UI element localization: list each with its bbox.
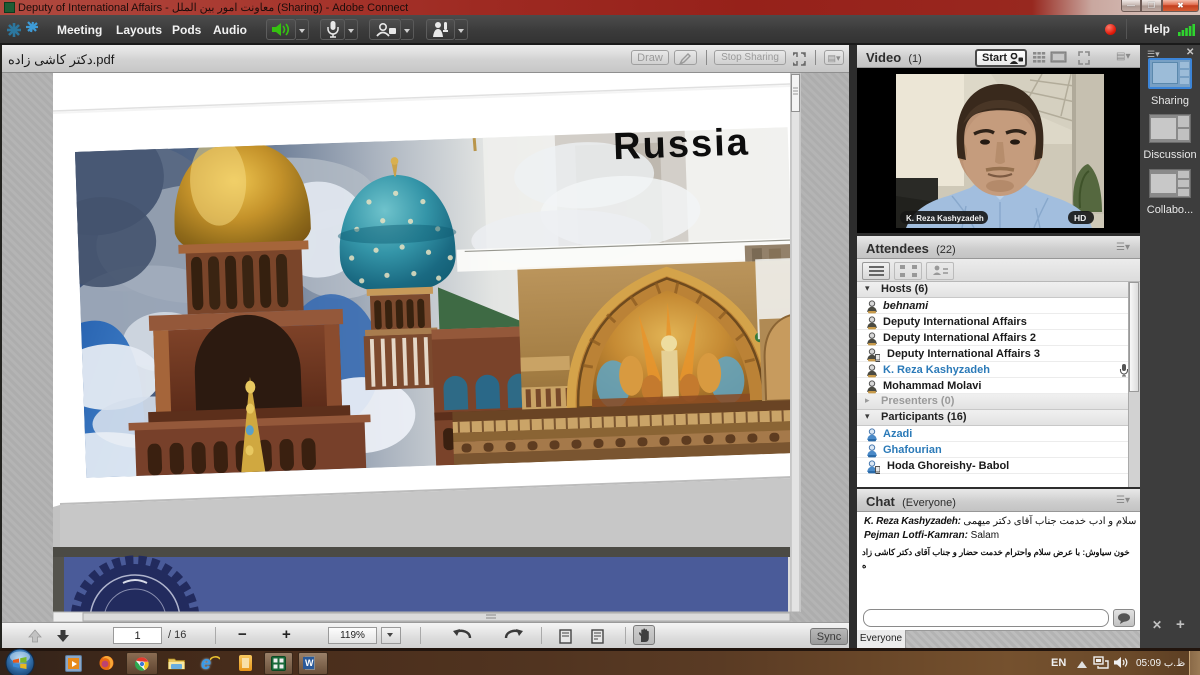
svg-text:K. Reza Kashyzadeh: K. Reza Kashyzadeh — [906, 214, 984, 223]
svg-text:HD: HD — [1074, 213, 1086, 223]
svg-text:Russia: Russia — [612, 121, 750, 168]
